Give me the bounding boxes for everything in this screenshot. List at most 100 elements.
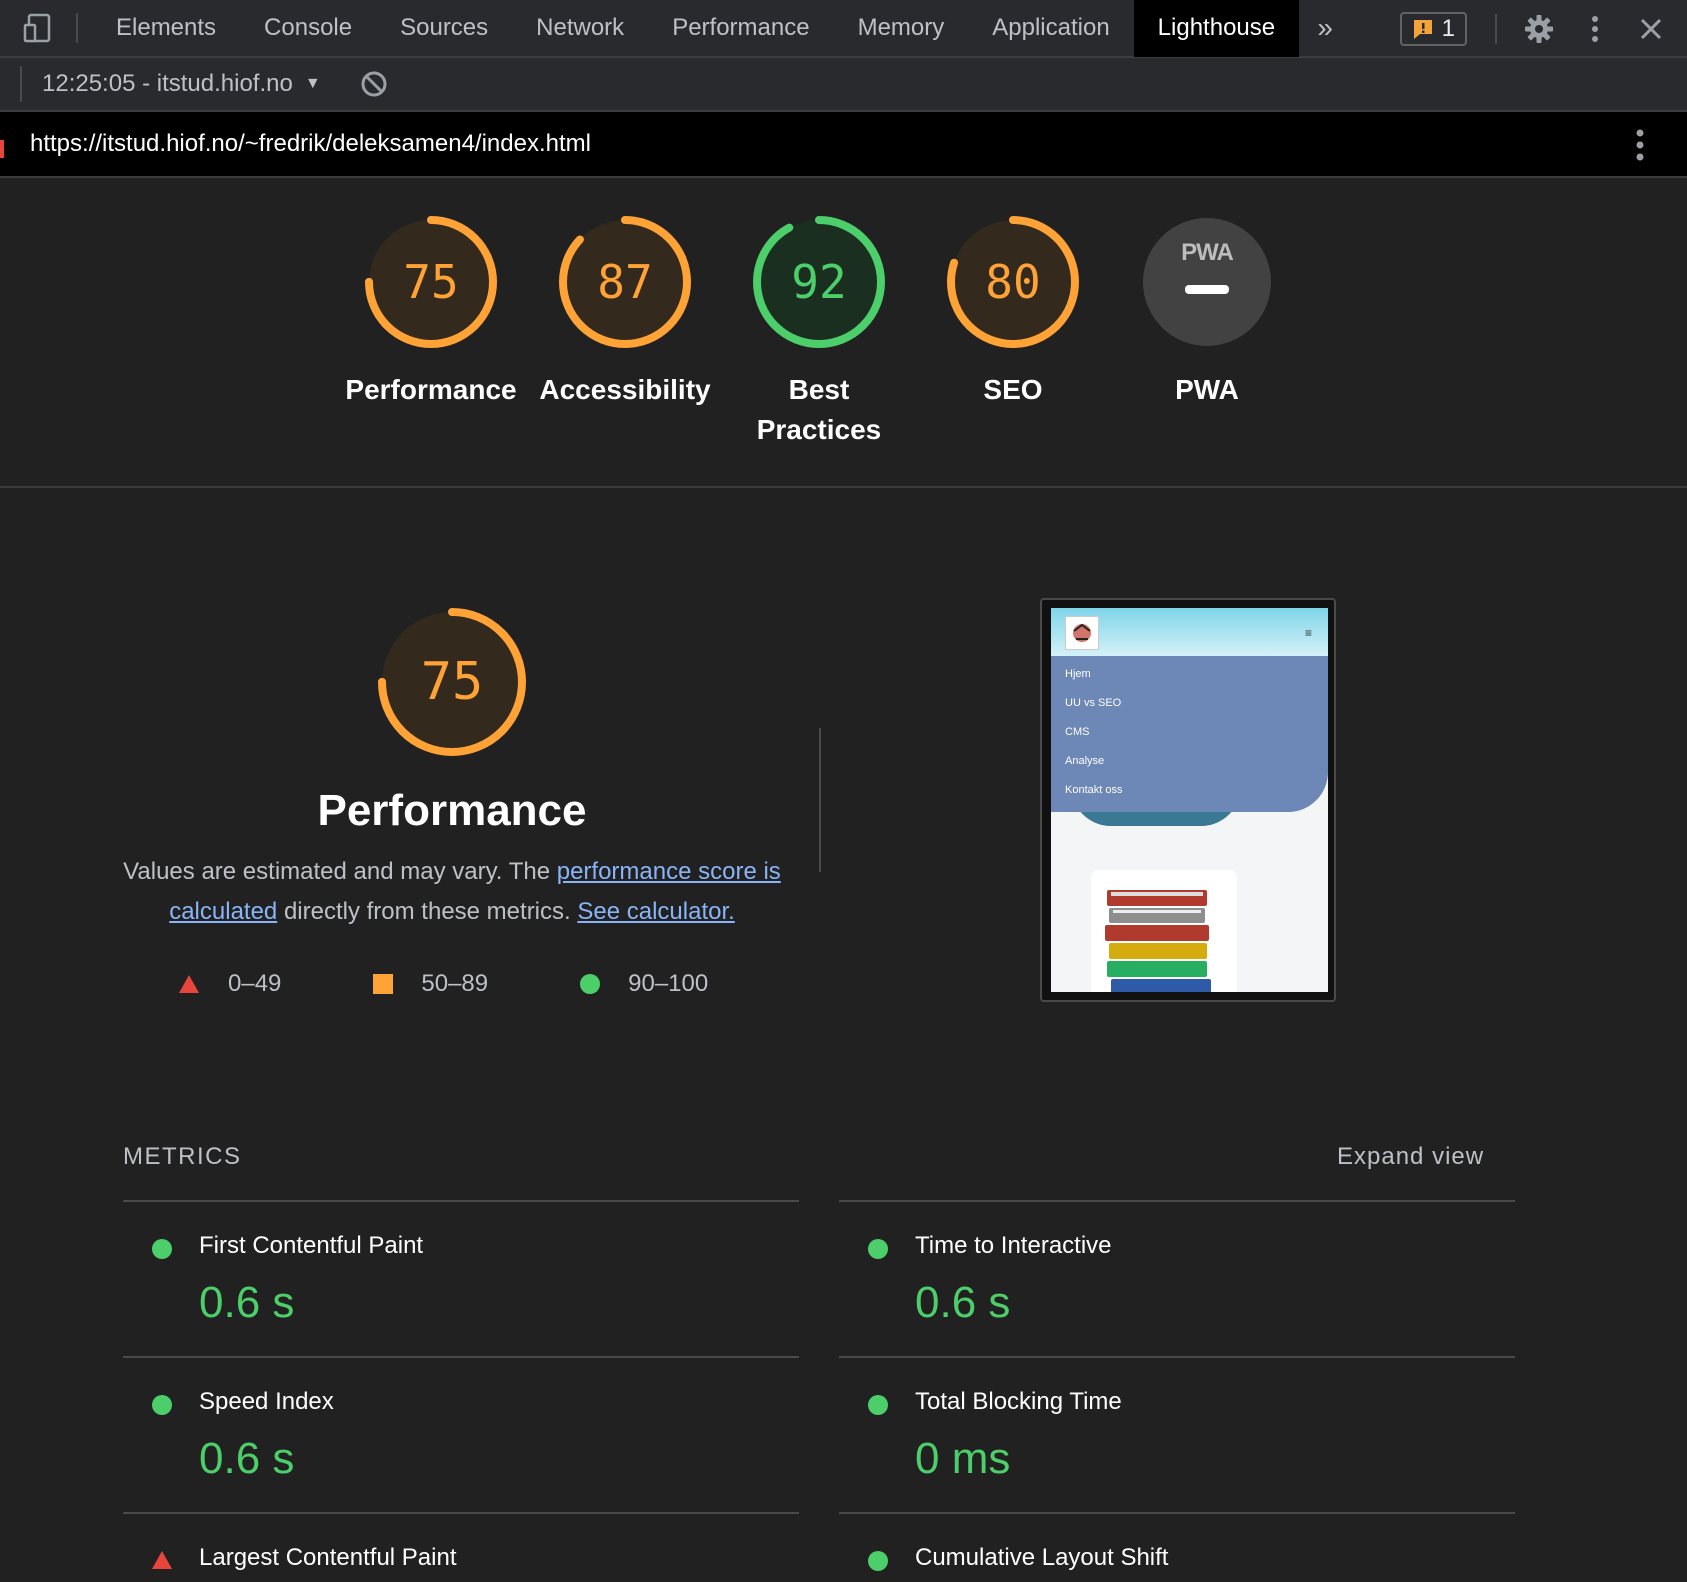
legend-average: 50–89	[373, 970, 488, 998]
screenshot-menu-item: CMS	[1065, 726, 1090, 738]
screenshot-menu-item: Kontakt oss	[1065, 784, 1123, 796]
legend-fail: 0–49	[178, 970, 281, 998]
screenshot-menu-item: UU vs SEO	[1065, 697, 1122, 709]
svg-text:PWA: PWA	[1181, 239, 1233, 266]
report-url: https://itstud.hiof.no/~fredrik/deleksam…	[30, 130, 591, 157]
metric-name: Cumulative Layout Shift	[915, 1544, 1169, 1571]
device-toolbar-icon[interactable]	[16, 6, 60, 50]
gauge-performance[interactable]: 75 Performance	[334, 216, 528, 410]
screenshot-nav-menu: Hjem UU vs SEO CMS Analyse Kontakt oss	[1051, 656, 1328, 812]
metrics-divider	[839, 1512, 1515, 1514]
url-status-marker	[0, 140, 4, 158]
metrics-heading: METRICS	[123, 1143, 242, 1170]
pass-circle-icon	[151, 1394, 173, 1416]
gauge-label: Performance	[345, 374, 517, 405]
panel-tabs: Elements Console Sources Network Perform…	[92, 0, 1351, 57]
see-calculator-link[interactable]: See calculator.	[577, 898, 734, 925]
pass-circle-icon	[867, 1394, 889, 1416]
gauge-ring: 87	[559, 216, 691, 348]
tab-memory[interactable]: Memory	[834, 0, 969, 57]
report-menu-kebab-icon[interactable]	[1635, 128, 1645, 162]
metric-name: Largest Contentful Paint	[199, 1544, 457, 1571]
toolbar-divider	[76, 13, 78, 43]
issue-warning-icon	[1413, 20, 1432, 39]
fail-triangle-icon	[179, 975, 199, 993]
gauge-label: Accessibility	[539, 374, 711, 405]
performance-summary: 75 Performance Values are estimated and …	[112, 608, 792, 932]
score-legend: 0–49 50–89 90–100	[178, 970, 708, 998]
devtools-toolbar: Elements Console Sources Network Perform…	[0, 0, 1687, 58]
category-gauges: 75 Performance 87 Accessibility 92 Best …	[0, 178, 1687, 488]
site-logo	[1065, 616, 1099, 650]
pass-circle-icon	[867, 1238, 889, 1260]
hamburger-menu-icon: ≡	[1304, 626, 1312, 640]
gauge-label: PWA	[1175, 374, 1239, 405]
books-image	[1091, 870, 1237, 992]
report-selector-label: 12:25:05 - itstud.hiof.no	[42, 70, 293, 97]
close-icon[interactable]	[1631, 9, 1671, 49]
pass-circle-icon	[151, 1238, 173, 1260]
screenshot-menu-item: Hjem	[1065, 668, 1091, 680]
gauge-best-practices[interactable]: 92 Best Practices	[722, 216, 916, 450]
metric-value: 0.6 s	[915, 1278, 1011, 1327]
gauge-ring: 75	[365, 216, 497, 348]
tab-console[interactable]: Console	[240, 0, 376, 57]
performance-title: Performance	[317, 786, 587, 835]
metrics-divider	[123, 1512, 799, 1514]
gauge-score: 80	[985, 255, 1041, 309]
metrics-divider	[839, 1200, 1515, 1202]
tab-lighthouse[interactable]: Lighthouse	[1133, 0, 1300, 57]
tab-network[interactable]: Network	[512, 0, 648, 57]
pass-circle-icon	[580, 974, 601, 994]
issues-counter-button[interactable]: 1	[1399, 12, 1467, 46]
pass-circle-icon	[867, 1550, 889, 1572]
tab-sources[interactable]: Sources	[376, 0, 512, 57]
tab-performance[interactable]: Performance	[648, 0, 833, 57]
metrics-divider	[123, 1356, 799, 1358]
metric-value: 0.6 s	[199, 1278, 295, 1327]
toolbar-divider	[1495, 14, 1497, 44]
gauge-ring: 80	[947, 216, 1079, 348]
performance-score-gauge: 75	[378, 608, 526, 756]
issues-count: 1	[1441, 15, 1455, 42]
legend-pass: 90–100	[580, 970, 708, 998]
metric-name: Time to Interactive	[915, 1232, 1112, 1259]
more-tabs-icon[interactable]: »	[1299, 0, 1351, 57]
pwa-badge: PWA	[1141, 216, 1273, 348]
fail-triangle-icon	[151, 1550, 173, 1572]
customize-kebab-icon[interactable]	[1575, 9, 1615, 49]
metrics-divider	[123, 1200, 799, 1202]
screenshot-menu-item: Analyse	[1065, 755, 1105, 767]
gauge-score: 92	[791, 255, 847, 309]
final-screenshot-thumbnail[interactable]: ≡ Hjem UU vs SEO CMS Analyse Kontakt oss	[1040, 598, 1336, 1002]
expand-view-toggle[interactable]: Expand view	[1337, 1143, 1484, 1171]
report-url-bar: https://itstud.hiof.no/~fredrik/deleksam…	[0, 112, 1687, 178]
page-screenshot: ≡ Hjem UU vs SEO CMS Analyse Kontakt oss	[1051, 608, 1328, 992]
lighthouse-report-bar: 12:25:05 - itstud.hiof.no ▼	[0, 58, 1687, 112]
metric-name: Speed Index	[199, 1388, 334, 1415]
metric-name: First Contentful Paint	[199, 1232, 424, 1259]
gauge-ring: 92	[753, 216, 885, 348]
gauge-label: Best Practices	[756, 374, 882, 445]
performance-description: Values are estimated and may vary. The p…	[123, 858, 781, 925]
toolbar-divider	[20, 66, 22, 102]
gauge-seo[interactable]: 80 SEO	[916, 216, 1110, 410]
settings-gear-icon[interactable]	[1519, 9, 1559, 49]
report-selector-dropdown[interactable]: 12:25:05 - itstud.hiof.no ▼	[42, 70, 321, 98]
gauge-accessibility[interactable]: 87 Accessibility	[528, 216, 722, 410]
gauge-score: 87	[597, 255, 653, 309]
gauge-score: 75	[403, 255, 459, 309]
metrics-divider	[839, 1356, 1515, 1358]
clear-all-icon[interactable]	[359, 69, 389, 99]
screenshot-header: ≡	[1051, 608, 1328, 656]
gauge-score: 75	[420, 652, 484, 712]
average-square-icon	[373, 974, 394, 994]
gauge-label: SEO	[983, 374, 1043, 405]
metric-value: 0.6 s	[199, 1434, 295, 1483]
section-divider	[819, 728, 821, 872]
gauge-pwa[interactable]: PWA PWA	[1110, 216, 1304, 410]
tab-elements[interactable]: Elements	[92, 0, 240, 57]
chevron-down-icon: ▼	[304, 75, 321, 92]
toolbar-right: 1	[1399, 0, 1687, 58]
tab-application[interactable]: Application	[968, 0, 1133, 57]
